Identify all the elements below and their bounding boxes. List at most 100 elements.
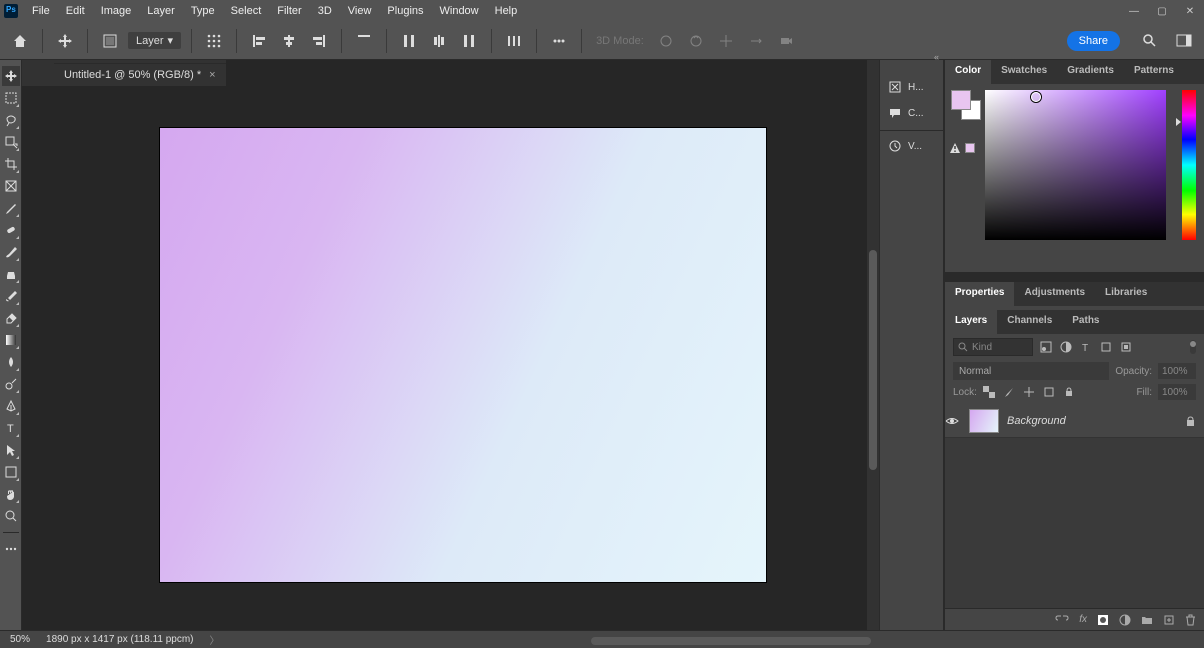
menu-window[interactable]: Window — [432, 2, 487, 20]
zoom-level[interactable]: 50% — [10, 634, 30, 645]
scrollbar-thumb[interactable] — [869, 250, 877, 470]
blur-tool[interactable] — [2, 352, 20, 372]
filter-pixel-icon[interactable] — [1039, 340, 1053, 354]
minimize-button[interactable]: — — [1120, 0, 1148, 22]
lock-all-icon[interactable] — [1063, 386, 1077, 398]
menu-layer[interactable]: Layer — [139, 2, 183, 20]
menu-select[interactable]: Select — [223, 2, 270, 20]
menu-help[interactable]: Help — [487, 2, 526, 20]
menu-view[interactable]: View — [340, 2, 380, 20]
tab-patterns[interactable]: Patterns — [1124, 60, 1184, 84]
more-options-icon[interactable] — [547, 29, 571, 53]
layer-name[interactable]: Background — [1007, 415, 1185, 427]
fill-value[interactable]: 100% — [1158, 384, 1196, 400]
eyedropper-tool[interactable] — [2, 198, 20, 218]
healing-tool[interactable] — [2, 220, 20, 240]
hue-slider-pointer[interactable] — [1176, 118, 1181, 126]
move-tool-icon[interactable] — [53, 29, 77, 53]
history-brush-tool[interactable] — [2, 286, 20, 306]
filter-smart-icon[interactable] — [1119, 340, 1133, 354]
panel-divider[interactable] — [945, 272, 1204, 282]
tab-layers[interactable]: Layers — [945, 310, 997, 334]
opacity-value[interactable]: 100% — [1158, 363, 1196, 379]
frame-tool[interactable] — [2, 176, 20, 196]
distribute-spacing-icon[interactable] — [502, 29, 526, 53]
color-field[interactable] — [985, 90, 1166, 240]
menu-plugins[interactable]: Plugins — [379, 2, 431, 20]
tab-gradients[interactable]: Gradients — [1057, 60, 1124, 84]
visibility-toggle[interactable] — [945, 416, 969, 426]
layer-filter-kind[interactable]: Kind — [953, 338, 1033, 356]
distribute-top-icon[interactable] — [397, 29, 421, 53]
tab-libraries[interactable]: Libraries — [1095, 282, 1157, 306]
lock-position-icon[interactable] — [1023, 386, 1037, 398]
vertical-scrollbar[interactable] — [867, 60, 879, 630]
lock-artboard-icon[interactable] — [1043, 386, 1057, 398]
tab-channels[interactable]: Channels — [997, 310, 1062, 334]
align-top-icon[interactable] — [352, 29, 376, 53]
brush-tool[interactable] — [2, 242, 20, 262]
pen-tool[interactable] — [2, 396, 20, 416]
type-tool[interactable]: T — [2, 418, 20, 438]
layer-row-background[interactable]: Background — [945, 404, 1204, 438]
auto-select-icon[interactable] — [98, 29, 122, 53]
workspace-icon[interactable] — [1172, 29, 1196, 53]
foreground-swatch[interactable] — [951, 90, 971, 110]
collapse-icon[interactable]: « — [934, 52, 939, 62]
menu-filter[interactable]: Filter — [269, 2, 309, 20]
lasso-tool[interactable] — [2, 110, 20, 130]
search-icon[interactable] — [1138, 29, 1162, 53]
comments-panel-button[interactable]: C... — [880, 100, 943, 126]
layer-lock-icon[interactable] — [1185, 415, 1196, 427]
canvas-area[interactable] — [22, 60, 879, 630]
layer-thumbnail[interactable] — [969, 409, 999, 433]
fg-bg-swatches[interactable] — [951, 90, 979, 136]
fx-icon[interactable]: fx — [1079, 614, 1087, 625]
path-selection-tool[interactable] — [2, 440, 20, 460]
tab-properties[interactable]: Properties — [945, 282, 1014, 306]
chevron-right-icon[interactable]: 〉 — [210, 632, 220, 647]
document-tab[interactable]: Untitled-1 @ 50% (RGB/8) * × — [54, 63, 226, 86]
shape-tool[interactable] — [2, 462, 20, 482]
tab-adjustments[interactable]: Adjustments — [1014, 282, 1095, 306]
marquee-tool[interactable] — [2, 88, 20, 108]
filter-type-icon[interactable]: T — [1079, 340, 1093, 354]
menu-edit[interactable]: Edit — [58, 2, 93, 20]
lock-transparent-icon[interactable] — [983, 386, 997, 398]
lock-pixels-icon[interactable] — [1003, 386, 1017, 398]
tab-color[interactable]: Color — [945, 60, 991, 84]
distribute-vcenter-icon[interactable] — [427, 29, 451, 53]
version-panel-button[interactable]: V... — [880, 133, 943, 159]
group-icon[interactable] — [1141, 615, 1153, 625]
blend-mode-dropdown[interactable]: Normal — [953, 362, 1109, 380]
menu-image[interactable]: Image — [93, 2, 140, 20]
move-tool[interactable] — [2, 66, 20, 86]
color-picker-cursor[interactable] — [1031, 92, 1041, 102]
distribute-bottom-icon[interactable] — [457, 29, 481, 53]
link-layers-icon[interactable] — [1055, 614, 1069, 626]
dodge-tool[interactable] — [2, 374, 20, 394]
auto-select-target-dropdown[interactable]: Layer ▾ — [128, 32, 181, 49]
tab-paths[interactable]: Paths — [1062, 310, 1109, 334]
document-info[interactable]: 1890 px x 1417 px (118.11 ppcm) — [46, 634, 194, 645]
eraser-tool[interactable] — [2, 308, 20, 328]
hue-slider[interactable] — [1182, 90, 1196, 240]
menu-file[interactable]: File — [24, 2, 58, 20]
filter-adjust-icon[interactable] — [1059, 340, 1073, 354]
edit-toolbar-icon[interactable] — [2, 539, 20, 559]
new-layer-icon[interactable] — [1163, 614, 1175, 626]
menu-3d[interactable]: 3D — [310, 2, 340, 20]
selection-tool[interactable] — [2, 132, 20, 152]
tab-swatches[interactable]: Swatches — [991, 60, 1057, 84]
hand-tool[interactable] — [2, 484, 20, 504]
delete-icon[interactable] — [1185, 614, 1196, 626]
scrollbar-thumb[interactable] — [591, 637, 871, 645]
align-right-icon[interactable] — [307, 29, 331, 53]
menu-type[interactable]: Type — [183, 2, 223, 20]
document-canvas[interactable] — [160, 128, 766, 582]
adjust-layer-icon[interactable] — [1119, 614, 1131, 626]
close-tab-icon[interactable]: × — [209, 69, 215, 81]
transform-controls-icon[interactable] — [202, 29, 226, 53]
mask-icon[interactable] — [1097, 614, 1109, 626]
gamut-swatch[interactable] — [965, 143, 975, 153]
